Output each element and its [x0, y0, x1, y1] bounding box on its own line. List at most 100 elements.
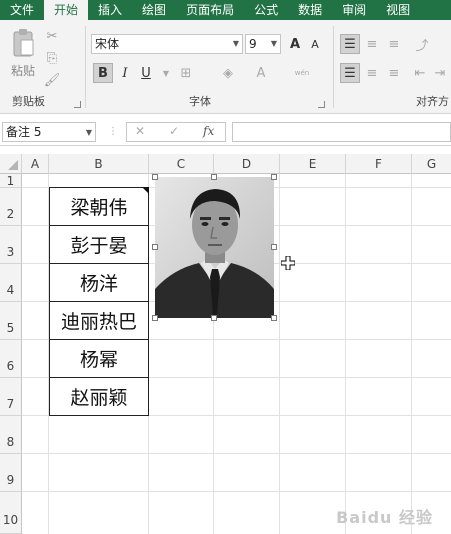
font-color-icon: A [256, 65, 266, 81]
bold-icon: B [98, 65, 108, 81]
row-header[interactable]: 4 [0, 264, 22, 302]
tab-view[interactable]: 视图 [376, 0, 420, 20]
name-cell[interactable]: 迪丽热巴 [49, 301, 149, 340]
name-box-value: 备注 5 [6, 125, 42, 139]
comment-indicator [142, 187, 149, 194]
formula-bar: 备注 5 ▼ ⋮ ✕ ✓ fx [0, 118, 451, 146]
row-header[interactable]: 8 [0, 416, 22, 454]
row-header[interactable]: 1 [0, 174, 22, 188]
cancel-icon[interactable]: ✕ [135, 124, 145, 138]
row-header[interactable]: 3 [0, 226, 22, 264]
orientation-icon[interactable]: ⤴ [412, 34, 432, 54]
tab-home[interactable]: 开始 [44, 0, 89, 20]
italic-icon: I [122, 65, 128, 81]
align-bottom-icon[interactable]: ≡ [384, 34, 404, 54]
row-header[interactable]: 9 [0, 454, 22, 492]
underline-button[interactable]: U [136, 63, 156, 83]
resize-handle[interactable] [152, 174, 158, 180]
column-header[interactable]: B [49, 154, 149, 174]
row-header[interactable]: 5 [0, 302, 22, 340]
font-color-button[interactable]: A [251, 63, 271, 83]
decrease-indent-icon[interactable]: ⇤ [410, 63, 430, 83]
formula-input[interactable] [232, 122, 451, 142]
decrease-font-size-button[interactable]: A [305, 34, 325, 54]
row-header[interactable]: 7 [0, 378, 22, 416]
move-cursor-icon [280, 255, 296, 271]
row-header[interactable]: 2 [0, 188, 22, 226]
gridline [22, 453, 451, 454]
tab-draw[interactable]: 绘图 [132, 0, 176, 20]
chevron-down-icon[interactable]: ▼ [156, 63, 176, 83]
font-launcher-icon[interactable] [318, 101, 325, 108]
alignment-group-label: 对齐方 [416, 95, 449, 108]
column-header[interactable]: A [22, 154, 49, 174]
row-header[interactable]: 6 [0, 340, 22, 378]
border-icon[interactable]: ⊞ [176, 63, 196, 83]
align-right-icon[interactable]: ≡ [384, 63, 404, 83]
font-group-label: 字体 [189, 95, 211, 108]
underline-icon: U [141, 65, 151, 81]
group-divider [333, 26, 334, 108]
fill-color-icon[interactable]: ◈ [218, 63, 238, 83]
gridline [22, 491, 451, 492]
name-cell[interactable]: 杨幂 [49, 339, 149, 378]
phonetic-button[interactable]: wén [292, 63, 312, 83]
phonetic-icon: wén [294, 69, 310, 77]
select-all-corner[interactable] [0, 154, 22, 174]
confirm-icon[interactable]: ✓ [169, 124, 179, 138]
column-header[interactable]: G [412, 154, 451, 174]
column-header[interactable]: E [280, 154, 346, 174]
tab-file[interactable]: 文件 [0, 0, 44, 20]
portrait-photo[interactable] [155, 177, 274, 318]
clipboard-group-label: 剪贴板 [12, 95, 45, 108]
cut-icon[interactable]: ✂ [44, 28, 60, 44]
align-middle-icon[interactable]: ≡ [362, 34, 382, 54]
watermark: Baidu 经验 [336, 508, 433, 527]
gridline [411, 174, 412, 534]
align-left-icon[interactable]: ☰ [340, 63, 360, 83]
insert-function-icon[interactable]: fx [203, 124, 214, 138]
resize-handle[interactable] [152, 244, 158, 250]
resize-handle[interactable] [271, 315, 277, 321]
increase-font-size-button[interactable]: A [285, 34, 305, 54]
more-icon: ⋮ [108, 126, 118, 137]
resize-handle[interactable] [271, 174, 277, 180]
increase-indent-icon[interactable]: ⇥ [430, 63, 450, 83]
format-painter-icon[interactable]: 🖌 [44, 72, 61, 88]
tab-formulas[interactable]: 公式 [244, 0, 288, 20]
paste-button[interactable]: 粘贴 [6, 28, 40, 90]
name-cell[interactable]: 梁朝伟 [49, 187, 149, 226]
column-header[interactable]: D [214, 154, 280, 174]
chevron-down-icon: ▼ [85, 128, 92, 137]
clipboard-launcher-icon[interactable] [74, 101, 81, 108]
name-cell[interactable]: 赵丽颖 [49, 377, 149, 416]
portrait-image [155, 177, 274, 318]
paste-icon [11, 28, 35, 58]
column-header[interactable]: F [346, 154, 412, 174]
increase-font-icon: A [289, 36, 301, 52]
resize-handle[interactable] [152, 315, 158, 321]
tab-page-layout[interactable]: 页面布局 [176, 0, 244, 20]
font-size-value: 9 [249, 37, 257, 51]
tab-review[interactable]: 审阅 [332, 0, 376, 20]
row-header[interactable]: 10 [0, 492, 22, 534]
name-cell[interactable]: 彭于晏 [49, 225, 149, 264]
font-size-select[interactable]: 9 ▼ [245, 34, 281, 54]
tab-data[interactable]: 数据 [288, 0, 332, 20]
align-center-icon[interactable]: ≡ [362, 63, 382, 83]
name-cell[interactable]: 杨洋 [49, 263, 149, 302]
font-name-select[interactable]: 宋体 ▼ [91, 34, 243, 54]
resize-handle[interactable] [271, 244, 277, 250]
bold-button[interactable]: B [93, 63, 113, 83]
column-header[interactable]: C [149, 154, 214, 174]
resize-handle[interactable] [211, 315, 217, 321]
italic-button[interactable]: I [115, 63, 135, 83]
tab-insert[interactable]: 插入 [88, 0, 132, 20]
gridline [279, 174, 280, 534]
resize-handle[interactable] [211, 174, 217, 180]
align-top-icon[interactable]: ☰ [340, 34, 360, 54]
paste-label: 粘贴 [10, 64, 35, 78]
name-box[interactable]: 备注 5 ▼ [2, 122, 96, 142]
copy-icon[interactable]: ⎘ [44, 50, 60, 66]
formula-buttons: ✕ ✓ fx [126, 122, 226, 142]
